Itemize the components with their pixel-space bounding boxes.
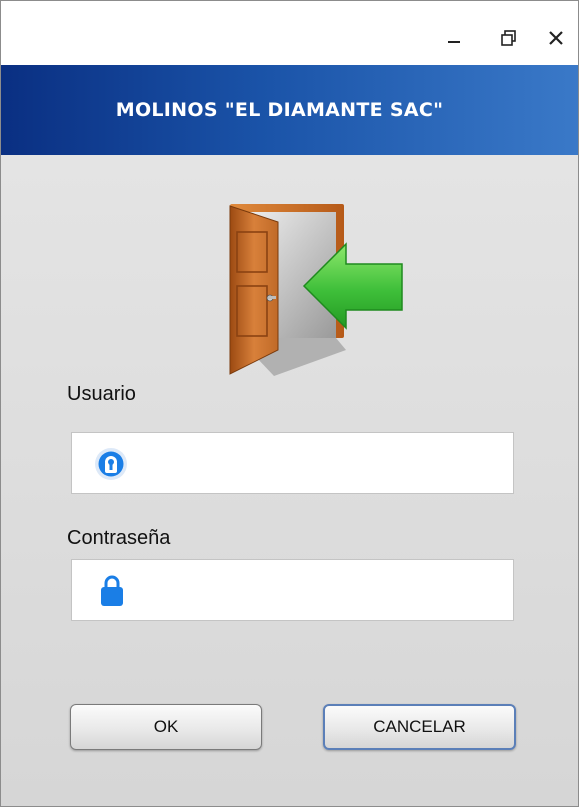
user-input[interactable]: [134, 443, 508, 485]
login-window: MOLINOS "EL DIAMANTE SAC" Usuario Contra…: [0, 0, 579, 807]
cancel-button[interactable]: CANCELAR: [323, 704, 516, 750]
close-icon: [549, 31, 563, 45]
door-enter-icon: [229, 204, 403, 376]
password-field[interactable]: [71, 559, 514, 621]
user-field[interactable]: [71, 432, 514, 494]
password-input[interactable]: [134, 570, 508, 612]
lock-icon: [101, 575, 123, 606]
restore-button[interactable]: [494, 23, 524, 53]
user-keyhole-icon: [95, 448, 127, 480]
minimize-button[interactable]: [439, 23, 469, 53]
ok-button[interactable]: OK: [70, 704, 262, 750]
password-label: Contraseña: [67, 527, 171, 549]
title-bar: [1, 1, 578, 65]
close-button[interactable]: [541, 23, 571, 53]
login-panel: Usuario Contraseña OK CANCELAR: [1, 155, 578, 806]
minimize-icon: [448, 41, 460, 43]
restore-icon: [501, 30, 516, 46]
company-title: MOLINOS "EL DIAMANTE SAC": [115, 99, 444, 121]
user-label: Usuario: [67, 383, 136, 405]
company-header: MOLINOS "EL DIAMANTE SAC": [1, 65, 578, 155]
